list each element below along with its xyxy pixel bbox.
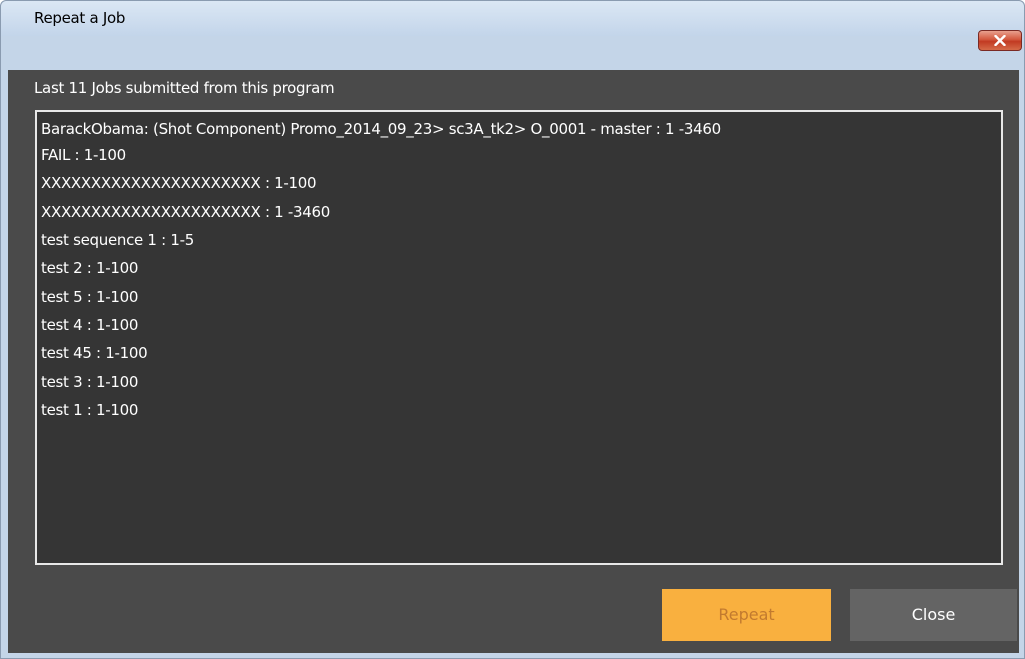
list-item[interactable]: test 2 : 1-100 (41, 255, 138, 281)
list-item[interactable]: FAIL : 1-100 (41, 142, 126, 168)
list-item[interactable]: BarackObama: (Shot Component) Promo_2014… (41, 116, 721, 142)
list-item[interactable]: test 3 : 1-100 (41, 369, 138, 395)
list-item[interactable]: XXXXXXXXXXXXXXXXXXXXXX : 1 -3460 (41, 199, 330, 225)
list-item[interactable]: XXXXXXXXXXXXXXXXXXXXXX : 1-100 (41, 170, 317, 196)
list-item[interactable]: test 5 : 1-100 (41, 284, 138, 310)
list-item[interactable]: test sequence 1 : 1-5 (41, 227, 194, 253)
list-item[interactable]: test 4 : 1-100 (41, 312, 138, 338)
window-title: Repeat a Job (34, 9, 126, 27)
close-x-icon (994, 35, 1006, 46)
jobs-list[interactable]: BarackObama: (Shot Component) Promo_2014… (35, 110, 1003, 565)
title-bar[interactable]: Repeat a Job (1, 1, 1024, 36)
jobs-header-label: Last 11 Jobs submitted from this program (34, 79, 335, 97)
close-button[interactable]: Close (850, 589, 1017, 641)
dialog-window: Repeat a Job Last 11 Jobs submitted from… (0, 0, 1025, 659)
dialog-content: Last 11 Jobs submitted from this program… (8, 70, 1019, 653)
repeat-button[interactable]: Repeat (662, 589, 831, 641)
close-window-button[interactable] (978, 30, 1022, 51)
list-item[interactable]: test 45 : 1-100 (41, 340, 148, 366)
list-item[interactable]: test 1 : 1-100 (41, 397, 138, 423)
